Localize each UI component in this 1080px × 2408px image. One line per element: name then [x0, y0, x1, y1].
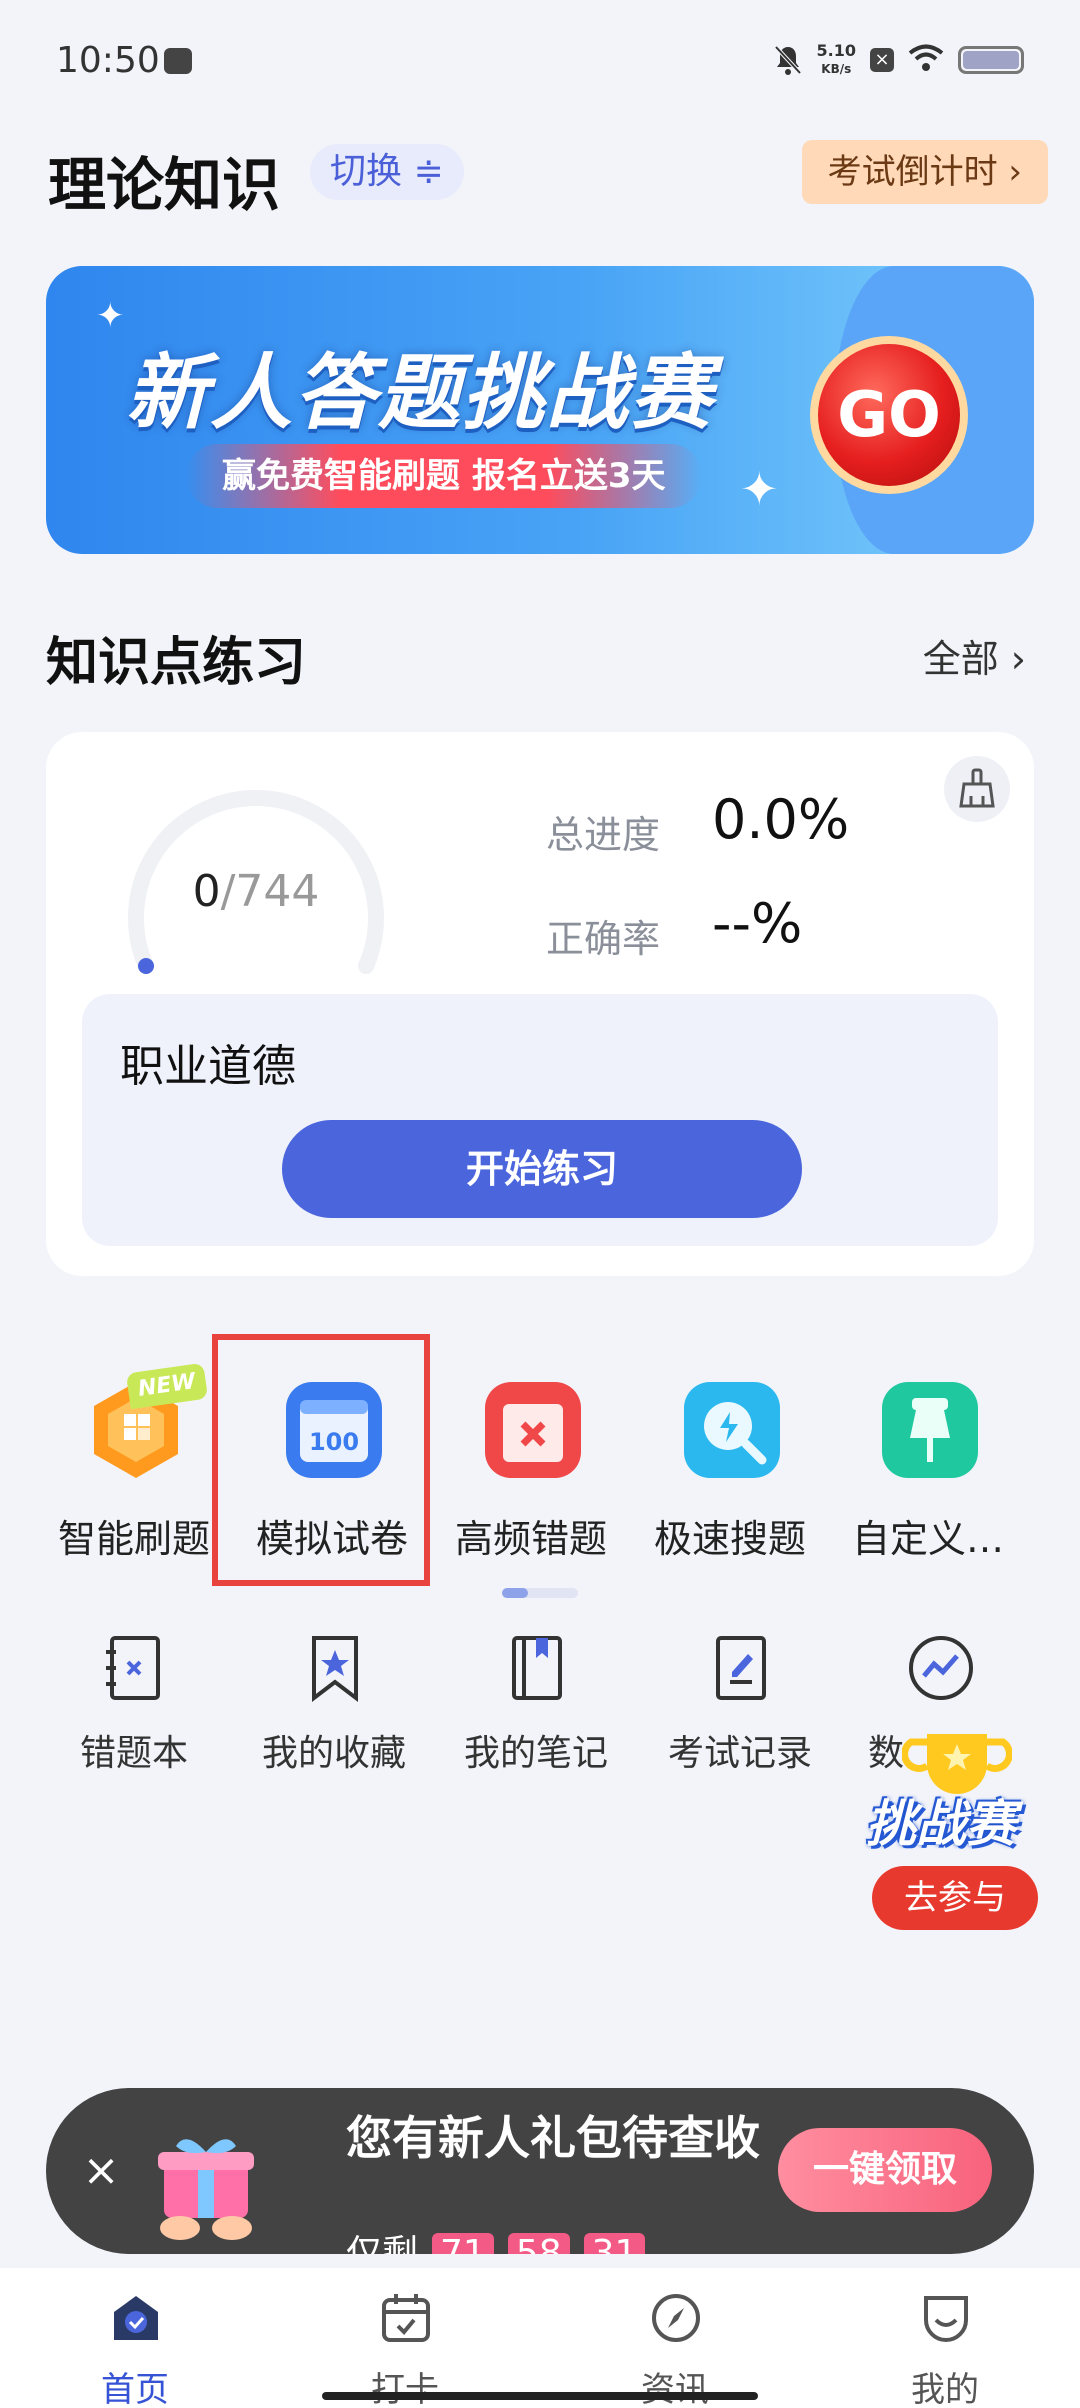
nav-home[interactable]: 首页	[0, 2268, 270, 2408]
section-title: 知识点练习	[46, 633, 307, 693]
custom-pin-icon	[878, 1378, 982, 1482]
nav-label: 首页	[101, 2370, 169, 2408]
status-time: 10:50	[56, 40, 160, 81]
shortcut-label: 我的收藏	[261, 1733, 406, 1774]
scroll-thumb	[502, 1588, 528, 1598]
switch-button[interactable]: 切换 ≑	[310, 144, 464, 200]
compass-icon	[648, 2290, 704, 2346]
new-badge: NEW	[125, 1362, 208, 1410]
shortcut-label: 我的笔记	[463, 1733, 608, 1774]
home-icon	[108, 2290, 164, 2346]
bottom-nav: 首页 打卡 资讯 我的	[0, 2268, 1080, 2408]
challenge-banner[interactable]: ✦ ✦ 新人答题挑战赛 赢免费智能刷题 报名立送3天 GO	[46, 266, 1034, 554]
nav-checkin[interactable]: 打卡	[270, 2268, 540, 2408]
battery-icon	[958, 46, 1024, 74]
challenge-title: 挑战赛	[866, 1795, 1016, 1853]
tool-label: 极速搜题	[653, 1517, 806, 1561]
highlight-box	[212, 1334, 430, 1586]
quick-search-icon	[680, 1378, 784, 1482]
shortcut-exam-record[interactable]: 考试记录	[640, 1632, 840, 1782]
status-bar: 10:50 5.10 KB/s ×	[0, 0, 1080, 120]
nav-news[interactable]: 资讯	[540, 2268, 810, 2408]
mistake-book-icon	[100, 1632, 170, 1704]
current-subject: 职业道德 开始练习	[82, 994, 998, 1246]
accuracy-value: --%	[712, 892, 803, 955]
shortcut-mistake-book[interactable]: 错题本	[34, 1632, 234, 1782]
gift-message: 您有新人礼包待查收	[346, 2111, 760, 2165]
net-speed-unit: KB/s	[821, 62, 852, 76]
message-icon	[164, 48, 192, 74]
net-speed: 5.10 KB/s	[817, 42, 856, 78]
new-user-gift-bar: × 您有新人礼包待查收 仅剩 71 58 31 一键领取	[46, 2088, 1034, 2254]
gift-countdown: 仅剩 71 58 31	[346, 2224, 646, 2254]
banner-title: 新人答题挑战赛	[126, 346, 714, 441]
join-challenge-button[interactable]: 去参与	[872, 1866, 1038, 1930]
status-icons: 5.10 KB/s ×	[773, 42, 1024, 78]
total-count: /744	[220, 866, 320, 917]
favorites-icon	[300, 1632, 370, 1704]
tools-row: NEW 智能刷题 100 模拟试卷 高频错题 极速搜题 自定义…	[0, 1362, 1080, 1564]
tools-scroll-indicator	[502, 1588, 578, 1598]
x-badge-icon: ×	[870, 48, 894, 72]
profile-icon	[918, 2290, 974, 2346]
bell-off-icon	[773, 44, 803, 76]
home-indicator	[322, 2392, 758, 2400]
tool-label: 高频错题	[454, 1517, 607, 1561]
overall-progress-label: 总进度	[546, 813, 661, 857]
go-button[interactable]: GO	[810, 336, 968, 494]
claim-gift-button[interactable]: 一键领取	[778, 2128, 992, 2212]
sparkle-icon: ✦	[96, 296, 125, 336]
shortcut-label: 错题本	[79, 1733, 188, 1774]
tool-label: 自定义…	[851, 1517, 1004, 1561]
exam-countdown-button[interactable]: 考试倒计时 ›	[801, 140, 1048, 204]
tool-custom[interactable]: 自定义…	[828, 1374, 1028, 1564]
accuracy-label: 正确率	[546, 917, 661, 961]
countdown-hours: 71	[432, 2233, 494, 2254]
net-speed-value: 5.10	[816, 41, 856, 60]
tool-label: 智能刷题	[57, 1517, 210, 1561]
nav-profile[interactable]: 我的	[810, 2268, 1080, 2408]
countdown-seconds: 31	[583, 2233, 646, 2254]
exam-record-icon	[706, 1632, 776, 1704]
gift-box-icon	[140, 2128, 272, 2254]
nav-label: 我的	[911, 2370, 979, 2408]
shortcut-notes[interactable]: 我的笔记	[436, 1632, 636, 1782]
notes-icon	[502, 1632, 572, 1704]
progress-card: 0/744 总进度 0.0% 正确率 --% 职业道德 开始练习	[46, 732, 1034, 1276]
shortcut-favorites[interactable]: 我的收藏	[234, 1632, 434, 1782]
tool-quick-search[interactable]: 极速搜题	[630, 1374, 830, 1564]
tool-smart-practice[interactable]: NEW 智能刷题	[34, 1362, 234, 1564]
wifi-icon	[908, 44, 944, 76]
nav-label: 打卡	[371, 2370, 439, 2408]
view-all-link[interactable]: 全部 ›	[923, 628, 1026, 683]
banner-subtitle: 赢免费智能刷题 报名立送3天	[186, 444, 702, 508]
close-icon[interactable]: ×	[74, 2144, 128, 2198]
progress-count: 0/744	[112, 866, 400, 917]
subject-name: 职业道德	[120, 1041, 296, 1092]
tool-frequent-mistakes[interactable]: 高频错题	[431, 1374, 631, 1564]
broom-icon[interactable]	[944, 756, 1010, 822]
page-title: 理论知识	[48, 151, 281, 219]
overall-progress-value: 0.0%	[712, 788, 850, 851]
done-count: 0	[192, 866, 221, 917]
challenge-float-widget[interactable]: 挑战赛 去参与	[862, 1728, 1042, 1934]
frequent-mistakes-icon	[481, 1378, 585, 1482]
shortcut-label: 考试记录	[667, 1733, 812, 1774]
calendar-checkin-icon	[378, 2290, 434, 2346]
countdown-prefix: 仅剩	[346, 2233, 419, 2254]
countdown-minutes: 58	[507, 2233, 570, 2254]
sparkle-icon: ✦	[740, 462, 779, 516]
nav-label: 资讯	[641, 2370, 709, 2408]
stats-icon	[906, 1632, 976, 1704]
start-practice-button[interactable]: 开始练习	[282, 1120, 802, 1218]
